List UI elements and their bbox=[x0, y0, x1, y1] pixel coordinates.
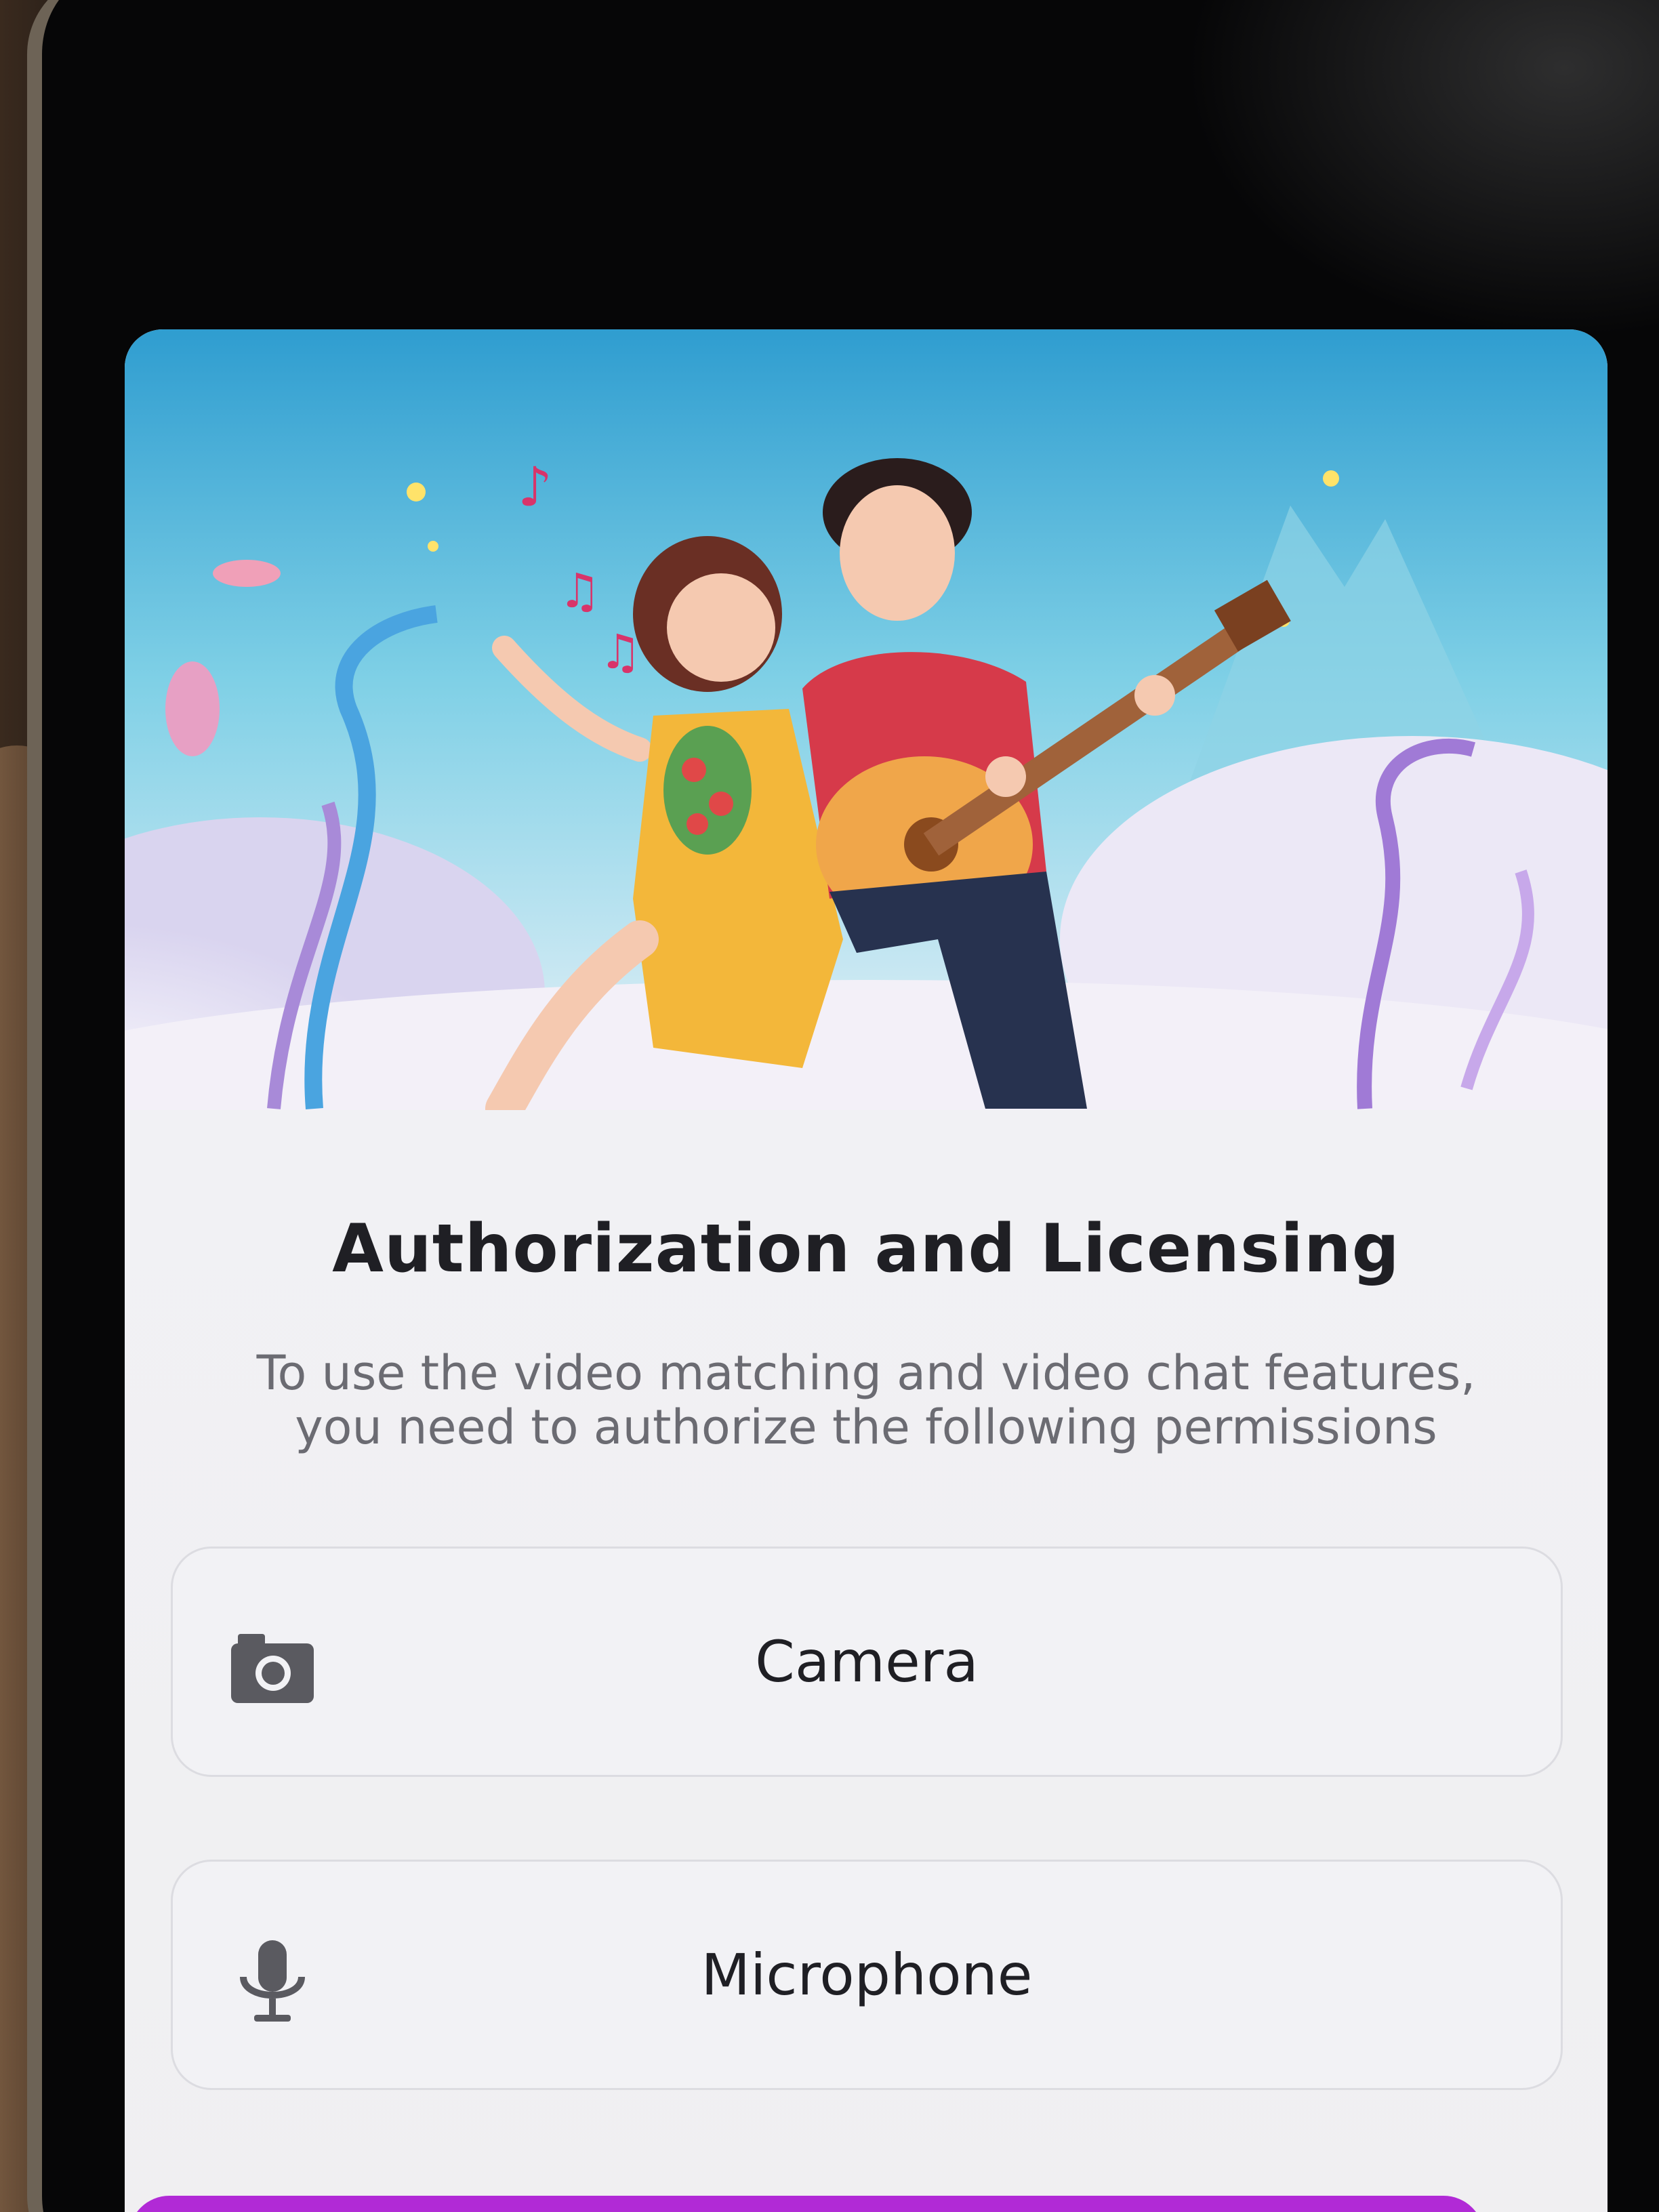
couple-music-illustration: ♪ ♫ ♫ bbox=[125, 329, 1607, 1110]
permission-label-camera: Camera bbox=[755, 1629, 979, 1695]
subtitle-line-2: you need to authorize the following perm… bbox=[295, 1399, 1437, 1455]
permission-row-camera[interactable]: Camera bbox=[171, 1547, 1563, 1777]
svg-text:♫: ♫ bbox=[558, 563, 601, 619]
hero-illustration: ♪ ♫ ♫ bbox=[125, 329, 1607, 1110]
permission-row-microphone[interactable]: Microphone bbox=[171, 1860, 1563, 2090]
phone-photo: ♪ ♫ ♫ Authorization and Licensing To use… bbox=[0, 0, 1659, 2212]
subtitle-line-1: To use the video matching and video chat… bbox=[256, 1345, 1476, 1401]
screen-glare bbox=[1185, 0, 1659, 339]
permission-label-microphone: Microphone bbox=[701, 1942, 1033, 2008]
confirm-button-partial[interactable] bbox=[129, 2196, 1484, 2212]
svg-text:♪: ♪ bbox=[518, 455, 552, 518]
dialog-subtitle: To use the video matching and video chat… bbox=[165, 1346, 1567, 1454]
dialog-title: Authorization and Licensing bbox=[332, 1210, 1400, 1288]
authorization-dialog: ♪ ♫ ♫ Authorization and Licensing To use… bbox=[125, 329, 1607, 2212]
